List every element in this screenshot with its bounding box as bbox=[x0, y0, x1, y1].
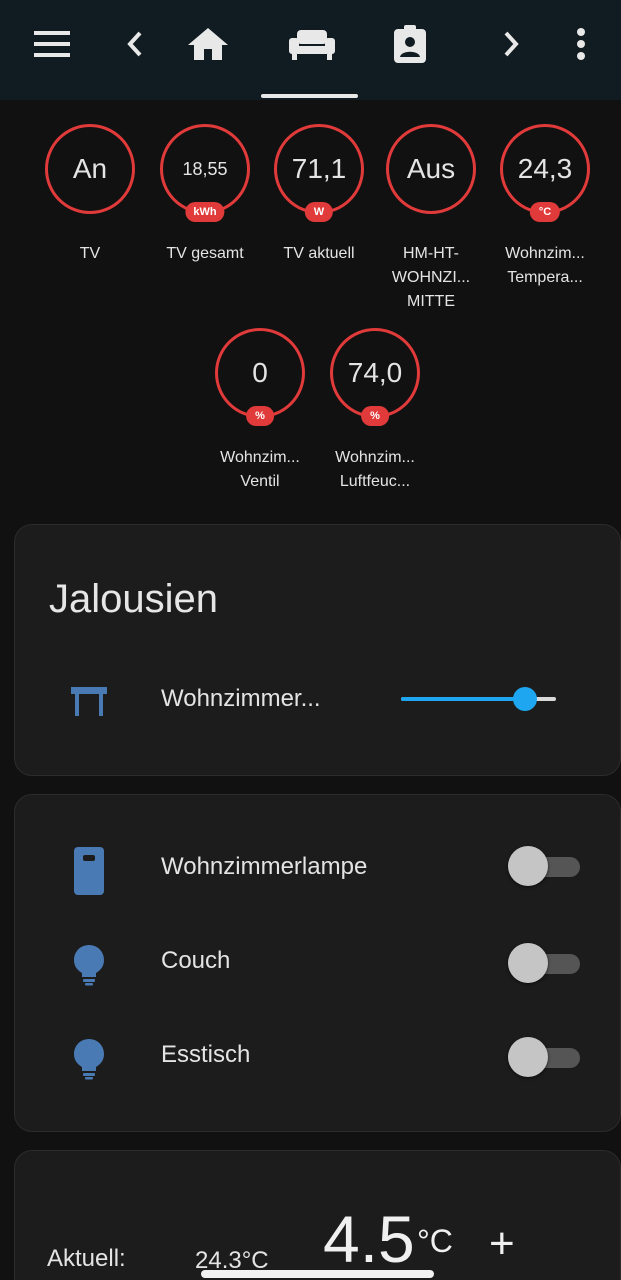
sofa-icon[interactable] bbox=[284, 22, 340, 66]
lights-card: Wohnzimmerlampe Couch Esstisch bbox=[14, 794, 621, 1132]
increase-temperature-button[interactable]: + bbox=[489, 1219, 515, 1269]
badge-unit: °C bbox=[529, 202, 561, 222]
badge-value: 18,55 bbox=[182, 159, 228, 179]
light-label[interactable]: Couch bbox=[161, 947, 230, 975]
badge-unit: % bbox=[246, 406, 274, 426]
badge-value: Aus bbox=[406, 153, 456, 184]
top-app-bar bbox=[0, 0, 621, 100]
badge-value: 71,1 bbox=[291, 153, 347, 184]
badge-value: 24,3 bbox=[517, 153, 573, 184]
chevron-right-icon[interactable] bbox=[494, 22, 528, 66]
more-vertical-icon[interactable] bbox=[568, 22, 594, 66]
slider-thumb[interactable] bbox=[513, 687, 537, 711]
toggle-couch[interactable] bbox=[508, 941, 580, 985]
badge-unit: % bbox=[361, 406, 389, 426]
toggle-knob bbox=[508, 943, 548, 983]
badge-label: Wohnzim... Ventil bbox=[220, 449, 300, 490]
badge-label: TV gesamt bbox=[166, 245, 244, 262]
toggle-esstisch[interactable] bbox=[508, 1035, 580, 1079]
target-temperature-unit: °C bbox=[417, 1223, 453, 1259]
badge-label: Wohnzim... Luftfeuc... bbox=[335, 449, 415, 490]
card-title: Jalousien bbox=[49, 577, 219, 621]
menu-icon[interactable] bbox=[30, 22, 74, 66]
toggle-wohnzimmerlampe[interactable] bbox=[508, 844, 580, 888]
badge-value: An bbox=[72, 153, 108, 184]
light-switch-icon[interactable] bbox=[69, 845, 109, 897]
toggle-knob bbox=[508, 846, 548, 886]
badge-label: Wohnzim... Tempera... bbox=[505, 245, 585, 286]
lightbulb-icon[interactable] bbox=[69, 1035, 109, 1083]
badge-unit: kWh bbox=[185, 202, 225, 222]
home-indicator[interactable] bbox=[201, 1270, 434, 1278]
badge-unit: W bbox=[304, 202, 334, 222]
light-label[interactable]: Wohnzimmerlampe bbox=[161, 853, 367, 881]
jalousien-card: Jalousien Wohnzimmer... bbox=[14, 524, 621, 776]
clipboard-account-icon[interactable] bbox=[388, 22, 432, 66]
badge-value: 74,0 bbox=[347, 357, 403, 388]
active-tab-indicator bbox=[261, 94, 358, 98]
home-icon[interactable] bbox=[184, 22, 232, 66]
badge-label: TV bbox=[79, 245, 101, 262]
badge-label: HM-HT- WOHNZI... MITTE bbox=[391, 245, 471, 310]
slider-fill bbox=[401, 697, 525, 701]
shutter-name[interactable]: Wohnzimmer... bbox=[161, 685, 321, 713]
chevron-left-icon[interactable] bbox=[118, 22, 152, 66]
shutter-position-slider[interactable] bbox=[401, 687, 556, 711]
badge-value: 0 bbox=[252, 357, 268, 388]
light-label[interactable]: Esstisch bbox=[161, 1041, 250, 1069]
window-shutter-icon[interactable] bbox=[69, 681, 109, 721]
lightbulb-icon[interactable] bbox=[69, 941, 109, 989]
toggle-knob bbox=[508, 1037, 548, 1077]
badge-label: TV aktuell bbox=[283, 245, 355, 262]
thermostat-card: Aktuell: 24.3°C 4.5 °C + bbox=[14, 1150, 621, 1280]
target-temperature-value: 4.5 bbox=[323, 1202, 415, 1276]
current-temperature-label: Aktuell: bbox=[47, 1245, 126, 1272]
